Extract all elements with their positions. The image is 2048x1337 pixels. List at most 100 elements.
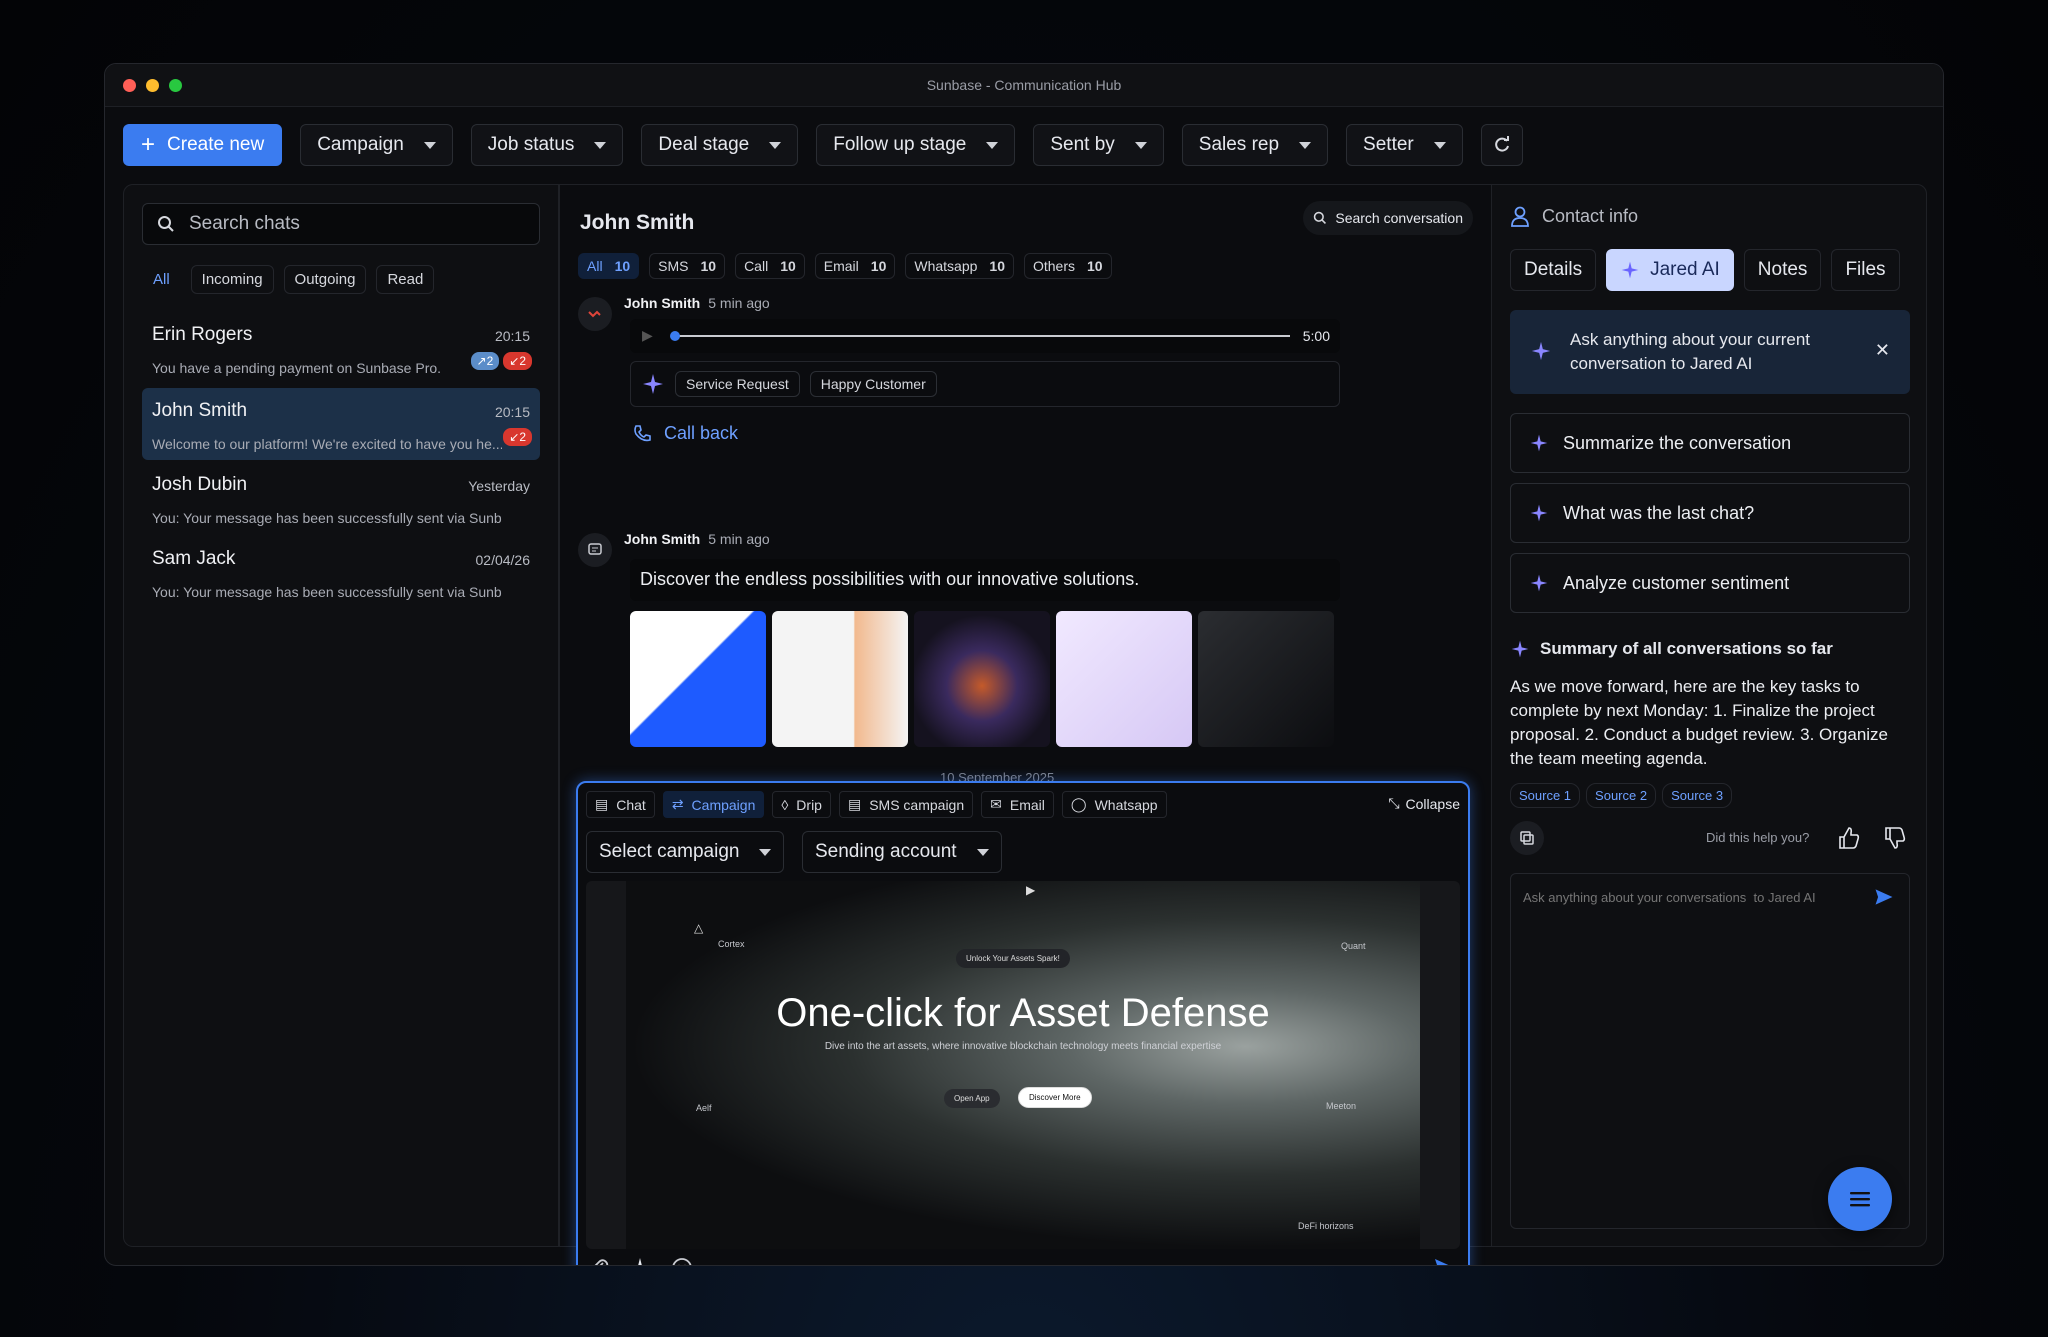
campaign-dropdown[interactable]: Campaign (300, 124, 453, 166)
sending-account-dropdown[interactable]: Sending account (802, 831, 1002, 873)
tab-notes[interactable]: Notes (1743, 249, 1822, 291)
attachment-thumbnail[interactable] (1056, 611, 1192, 747)
composer-tab-sms-campaign[interactable]: ▤ SMS campaign (838, 791, 974, 818)
setter-dropdown[interactable]: Setter (1346, 124, 1463, 166)
audio-progress-track[interactable] (674, 335, 1290, 337)
audio-duration: 5:00 (1302, 328, 1330, 344)
composer-tab-campaign[interactable]: ⇄ Campaign (662, 791, 765, 818)
select-campaign-dropdown[interactable]: Select campaign (586, 831, 785, 873)
call-recording-player[interactable]: ▶ 5:00 (630, 319, 1340, 353)
sparkle-icon (643, 374, 663, 394)
tab-label: SMS campaign (869, 796, 965, 813)
source-link[interactable]: Source 3 (1662, 783, 1733, 808)
window-title: Sunbase - Communication Hub (926, 77, 1122, 93)
suggestion-last-chat[interactable]: What was the last chat? (1510, 483, 1910, 543)
composer-tab-email[interactable]: ✉ Email (981, 791, 1054, 818)
follow-up-stage-dropdown[interactable]: Follow up stage (816, 124, 1016, 166)
whatsapp-icon: ◯ (1070, 796, 1087, 812)
play-icon[interactable]: ▶ (642, 327, 653, 344)
attachment-thumbnail[interactable] (772, 611, 908, 747)
preview-hero-subtitle: Dive into the art assets, where innovati… (824, 1041, 1222, 1052)
tab-call[interactable]: Call 10 (735, 253, 805, 279)
chat-item-josh-dubin[interactable]: Josh Dubin Yesterday You: Your message h… (142, 462, 540, 534)
attachment-thumbnail[interactable] (630, 611, 766, 747)
chat-item-erin-rogers[interactable]: Erin Rogers 20:15 You have a pending pay… (142, 312, 540, 384)
tab-whatsapp[interactable]: Whatsapp 10 (905, 253, 1014, 279)
audio-progress-knob[interactable] (670, 331, 680, 341)
attach-icon[interactable] (588, 1257, 610, 1266)
plus-icon: + (141, 131, 156, 158)
copy-button[interactable] (1510, 821, 1544, 855)
close-icon[interactable]: ✕ (1875, 338, 1890, 362)
sms-avatar (578, 533, 612, 567)
suggestion-summarize[interactable]: Summarize the conversation (1510, 413, 1910, 473)
sender-name: John Smith (624, 531, 701, 547)
search-chats-placeholder: Search chats (189, 213, 300, 234)
caret-down-icon (1299, 141, 1312, 149)
message-composer: ▤ Chat ⇄ Campaign ◊ Drip ▤ SMS campaign ✉ Ema… (576, 781, 1470, 1266)
search-conversation-button[interactable]: Search conversation (1303, 201, 1473, 235)
user-icon (1511, 206, 1529, 227)
emoji-icon[interactable] (670, 1256, 694, 1266)
source-link[interactable]: Source 1 (1510, 783, 1581, 808)
chat-filter-read[interactable]: Read (376, 265, 435, 294)
suggestion-sentiment[interactable]: Analyze customer sentiment (1510, 553, 1910, 613)
sent-by-dropdown[interactable]: Sent by (1033, 124, 1164, 166)
call-back-link[interactable]: Call back (632, 423, 738, 444)
attachment-thumbnail[interactable] (914, 611, 1050, 747)
create-new-label: Create new (167, 134, 265, 155)
tab-files[interactable]: Files (1831, 249, 1900, 291)
contact-info-header: Contact info (1510, 205, 1638, 227)
caret-down-icon (594, 141, 607, 149)
tab-details[interactable]: Details (1510, 249, 1597, 291)
tab-all[interactable]: All 10 (578, 253, 640, 279)
chat-preview: You: Your message has been successfully … (152, 510, 502, 526)
sales-rep-dropdown[interactable]: Sales rep (1181, 124, 1329, 166)
refresh-button[interactable] (1480, 124, 1523, 166)
tab-count: 10 (989, 258, 1005, 274)
search-icon (158, 216, 174, 232)
chat-filter-incoming[interactable]: Incoming (190, 265, 274, 294)
tab-jared-ai[interactable]: Jared AI (1606, 249, 1734, 291)
chat-time: 20:15 (494, 404, 530, 420)
preview-pill: Unlock Your Assets Spark! (956, 949, 1070, 968)
drip-icon: ◊ (781, 796, 789, 813)
tab-email[interactable]: Email 10 (814, 253, 896, 279)
send-icon[interactable] (1432, 1255, 1458, 1266)
composer-tab-drip[interactable]: ◊ Drip (772, 791, 831, 818)
thumbs-down-icon[interactable] (1882, 825, 1908, 851)
jared-ai-input[interactable] (1523, 882, 1863, 912)
tab-sms[interactable]: SMS 10 (649, 253, 726, 279)
chat-time: Yesterday (468, 478, 530, 494)
menu-fab-button[interactable] (1828, 1167, 1892, 1231)
attachment-thumbnail[interactable] (1198, 611, 1334, 747)
send-icon[interactable] (1873, 886, 1895, 908)
chat-filter-all[interactable]: All (142, 265, 181, 294)
contact-tabs: Details Jared AI Notes Files (1510, 249, 1900, 291)
attachment-thumbnails (630, 611, 1334, 747)
composer-tab-whatsapp[interactable]: ◯ Whatsapp (1061, 791, 1167, 818)
title-bar: Sunbase - Communication Hub (105, 64, 1943, 107)
feedback-row: Did this help you? (1510, 821, 1910, 855)
chat-name: Sam Jack (152, 548, 236, 569)
deal-stage-dropdown[interactable]: Deal stage (641, 124, 799, 166)
chat-preview: Welcome to our platform! We're excited t… (152, 436, 502, 452)
chat-filter-outgoing[interactable]: Outgoing (283, 265, 367, 294)
ai-sparkle-icon[interactable] (628, 1256, 652, 1266)
contact-info-panel: Contact info Details Jared AI Notes File… (1491, 184, 1927, 1247)
collapse-button[interactable]: ⤡ Collapse (1388, 795, 1460, 812)
thumbs-up-icon[interactable] (1836, 825, 1862, 851)
chat-item-sam-jack[interactable]: Sam Jack 02/04/26 You: Your message has … (142, 536, 540, 608)
tab-others[interactable]: Others 10 (1023, 253, 1112, 279)
triangle-icon: △ (694, 921, 704, 935)
create-new-button[interactable]: + Create new (123, 124, 283, 166)
source-link[interactable]: Source 2 (1586, 783, 1657, 808)
phone-icon (634, 424, 651, 441)
tab-label: Whatsapp (914, 258, 978, 274)
preview-label-cortex: Cortex (718, 939, 745, 949)
search-chats-field[interactable]: Search chats (142, 203, 540, 245)
chat-icon: ▤ (595, 796, 609, 812)
chat-item-john-smith[interactable]: John Smith 20:15 Welcome to our platform… (142, 388, 540, 460)
job-status-dropdown[interactable]: Job status (470, 124, 624, 166)
composer-tab-chat[interactable]: ▤ Chat (586, 791, 655, 818)
